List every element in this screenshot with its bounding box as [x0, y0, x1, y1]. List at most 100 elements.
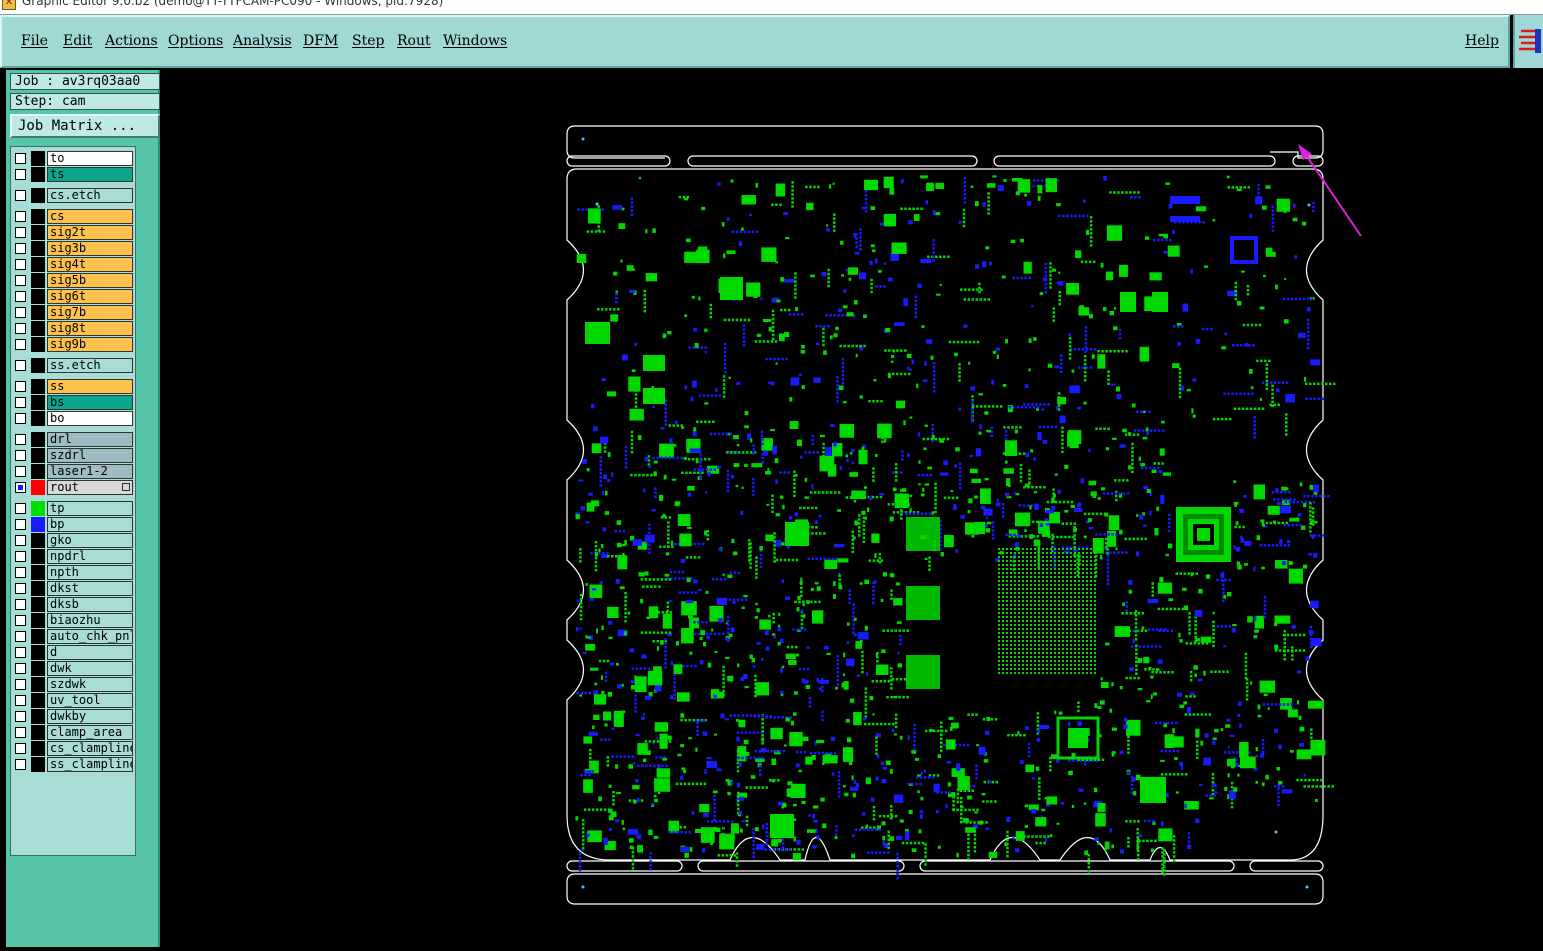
layer-row-ss-etch[interactable]: ss.etch	[11, 358, 135, 373]
layer-row-cs[interactable]: cs	[11, 209, 135, 224]
layer-checkbox[interactable]	[15, 360, 26, 371]
layer-name[interactable]: ss	[47, 379, 133, 394]
layer-row-sig7b[interactable]: sig7b	[11, 305, 135, 320]
layer-row-bs[interactable]: bs	[11, 395, 135, 410]
layer-row-dwk[interactable]: dwk	[11, 661, 135, 676]
layer-row-biaozhu[interactable]: biaozhu	[11, 613, 135, 628]
layer-color-swatch[interactable]	[31, 358, 45, 373]
layer-row-gko[interactable]: gko	[11, 533, 135, 548]
layer-checkbox[interactable]	[15, 243, 26, 254]
layer-name[interactable]: szdwk	[47, 677, 133, 692]
layer-color-swatch[interactable]	[31, 241, 45, 256]
layer-row-d[interactable]: d	[11, 645, 135, 660]
layer-color-swatch[interactable]	[31, 533, 45, 548]
layer-row-ss[interactable]: ss	[11, 379, 135, 394]
layer-row-sig3b[interactable]: sig3b	[11, 241, 135, 256]
layer-row-tp[interactable]: tp	[11, 501, 135, 516]
pcb-panel-view[interactable]	[160, 70, 1543, 947]
layer-checkbox[interactable]	[15, 727, 26, 738]
layer-row-clamp-area[interactable]: clamp_area	[11, 725, 135, 740]
layer-name[interactable]: szdrl	[47, 448, 133, 463]
layer-name[interactable]: ss_clampline	[47, 757, 133, 772]
layer-color-swatch[interactable]	[31, 757, 45, 772]
layer-color-swatch[interactable]	[31, 188, 45, 203]
layer-checkbox[interactable]	[15, 323, 26, 334]
layer-color-swatch[interactable]	[31, 411, 45, 426]
layer-color-swatch[interactable]	[31, 709, 45, 724]
menu-windows[interactable]: Windows	[443, 33, 507, 49]
layer-checkbox[interactable]	[15, 551, 26, 562]
layer-checkbox[interactable]	[15, 535, 26, 546]
graphic-canvas[interactable]	[160, 70, 1543, 947]
layer-name[interactable]: sig3b	[47, 241, 133, 256]
layer-row-to[interactable]: to	[11, 151, 135, 166]
layer-checkbox[interactable]	[15, 503, 26, 514]
menu-file[interactable]: File	[21, 33, 48, 49]
layer-row-sig2t[interactable]: sig2t	[11, 225, 135, 240]
layer-checkbox[interactable]	[15, 413, 26, 424]
layer-color-swatch[interactable]	[31, 151, 45, 166]
layer-color-swatch[interactable]	[31, 337, 45, 352]
layer-name[interactable]: bp	[47, 517, 133, 532]
menu-analysis[interactable]: Analysis	[233, 33, 292, 49]
layer-color-swatch[interactable]	[31, 209, 45, 224]
layer-name[interactable]: dkst	[47, 581, 133, 596]
layer-name[interactable]: cs	[47, 209, 133, 224]
layer-color-swatch[interactable]	[31, 597, 45, 612]
layer-name[interactable]: sig5b	[47, 273, 133, 288]
layer-name[interactable]: sig9b	[47, 337, 133, 352]
layer-color-swatch[interactable]	[31, 645, 45, 660]
layer-name[interactable]: cs.etch	[47, 188, 133, 203]
layer-color-swatch[interactable]	[31, 480, 45, 495]
layer-row-rout[interactable]: rout	[11, 480, 135, 495]
menu-options[interactable]: Options	[168, 33, 223, 49]
layer-color-swatch[interactable]	[31, 273, 45, 288]
layer-color-swatch[interactable]	[31, 661, 45, 676]
layer-row-drl[interactable]: drl	[11, 432, 135, 447]
layer-color-swatch[interactable]	[31, 501, 45, 516]
layer-color-swatch[interactable]	[31, 565, 45, 580]
layer-checkbox[interactable]	[15, 631, 26, 642]
layer-color-swatch[interactable]	[31, 677, 45, 692]
layer-color-swatch[interactable]	[31, 741, 45, 756]
layer-name[interactable]: sig4t	[47, 257, 133, 272]
layer-color-swatch[interactable]	[31, 321, 45, 336]
layer-row-auto-chk-pnl[interactable]: auto_chk_pnl	[11, 629, 135, 644]
layer-row-bo[interactable]: bo	[11, 411, 135, 426]
menu-rout[interactable]: Rout	[397, 33, 431, 49]
layer-name[interactable]: cs_clampline	[47, 741, 133, 756]
layer-checkbox[interactable]	[15, 259, 26, 270]
menu-help[interactable]: Help	[1465, 33, 1499, 49]
layer-checkbox[interactable]	[15, 695, 26, 706]
layer-checkbox[interactable]	[15, 190, 26, 201]
layer-name[interactable]: bs	[47, 395, 133, 410]
layer-name[interactable]: gko	[47, 533, 133, 548]
layer-color-swatch[interactable]	[31, 581, 45, 596]
layer-checkbox[interactable]	[15, 397, 26, 408]
layer-checkbox[interactable]	[15, 615, 26, 626]
layer-name[interactable]: auto_chk_pnl	[47, 629, 133, 644]
layer-color-swatch[interactable]	[31, 693, 45, 708]
layer-color-swatch[interactable]	[31, 549, 45, 564]
layer-row-laser1-2[interactable]: laser1-2	[11, 464, 135, 479]
layer-color-swatch[interactable]	[31, 289, 45, 304]
layer-checkbox[interactable]	[15, 743, 26, 754]
layer-name[interactable]: sig7b	[47, 305, 133, 320]
layer-checkbox[interactable]	[15, 211, 26, 222]
layer-checkbox[interactable]	[15, 647, 26, 658]
layer-checkbox[interactable]	[15, 339, 26, 350]
layer-name[interactable]: uv_tool	[47, 693, 133, 708]
layer-name[interactable]: ss.etch	[47, 358, 133, 373]
layer-color-swatch[interactable]	[31, 517, 45, 532]
layer-checkbox[interactable]	[15, 567, 26, 578]
layer-checkbox[interactable]	[15, 227, 26, 238]
layer-row-ts[interactable]: ts	[11, 167, 135, 182]
layer-color-swatch[interactable]	[31, 395, 45, 410]
layer-checkbox[interactable]	[15, 759, 26, 770]
layer-name[interactable]: dwk	[47, 661, 133, 676]
layer-name[interactable]: sig2t	[47, 225, 133, 240]
layer-row-npdrl[interactable]: npdrl	[11, 549, 135, 564]
layer-color-swatch[interactable]	[31, 613, 45, 628]
layer-checkbox[interactable]	[15, 434, 26, 445]
job-matrix-button[interactable]: Job Matrix ...	[10, 114, 160, 138]
